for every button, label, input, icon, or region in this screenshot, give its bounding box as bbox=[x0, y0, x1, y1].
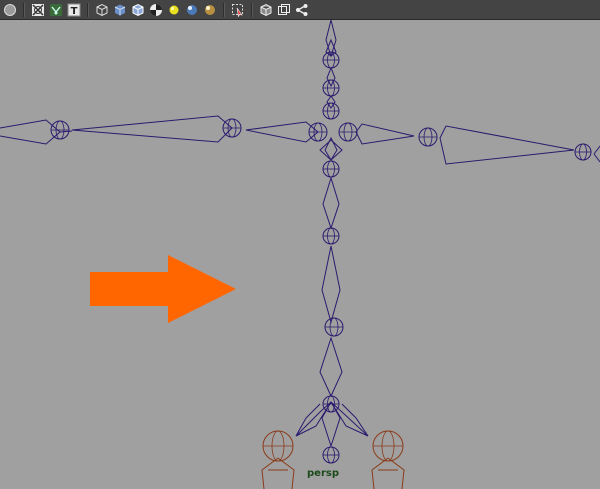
checker-icon[interactable] bbox=[148, 2, 164, 18]
toolbar-separator bbox=[251, 2, 253, 17]
frame-icon[interactable] bbox=[276, 2, 292, 18]
camera-name-label: persp bbox=[307, 468, 339, 479]
texture-glyph: T bbox=[71, 6, 78, 17]
isolate-select-icon[interactable] bbox=[230, 2, 246, 18]
skeleton-spine[interactable] bbox=[319, 20, 343, 398]
wireframe-icon[interactable] bbox=[30, 2, 46, 18]
perspective-viewport[interactable] bbox=[0, 20, 600, 489]
toolbar-separator bbox=[223, 2, 225, 17]
toolbar-separator bbox=[23, 2, 25, 17]
selected-light-icon[interactable] bbox=[202, 2, 218, 18]
default-light-icon[interactable] bbox=[166, 2, 182, 18]
viewport-panel-toolbar: T bbox=[0, 0, 600, 20]
skeleton-right-leg[interactable] bbox=[371, 457, 405, 489]
shaded-wire-cube-icon[interactable] bbox=[130, 2, 146, 18]
xray-icon[interactable] bbox=[48, 2, 64, 18]
orange-pointer-arrow bbox=[90, 255, 236, 323]
shaded-cube-icon[interactable] bbox=[112, 2, 128, 18]
skeleton-right-arm[interactable] bbox=[355, 123, 600, 165]
share-icon[interactable] bbox=[294, 2, 310, 18]
wire-cube-icon[interactable] bbox=[94, 2, 110, 18]
skeleton-left-arm[interactable] bbox=[0, 115, 319, 145]
bounding-box-icon[interactable] bbox=[258, 2, 274, 18]
maya-viewport-window: T persp bbox=[0, 0, 600, 489]
toolbar-separator bbox=[87, 2, 89, 17]
all-lights-icon[interactable] bbox=[184, 2, 200, 18]
skeleton-hips[interactable] bbox=[295, 400, 369, 448]
smooth-shade-icon[interactable] bbox=[2, 2, 18, 18]
skeleton-canvas bbox=[0, 20, 600, 489]
skeleton-left-leg[interactable] bbox=[261, 457, 295, 489]
texture-icon[interactable]: T bbox=[66, 2, 82, 18]
skeleton-right-arm-joints[interactable] bbox=[418, 127, 592, 161]
skeleton-leg-joints[interactable] bbox=[262, 430, 404, 462]
